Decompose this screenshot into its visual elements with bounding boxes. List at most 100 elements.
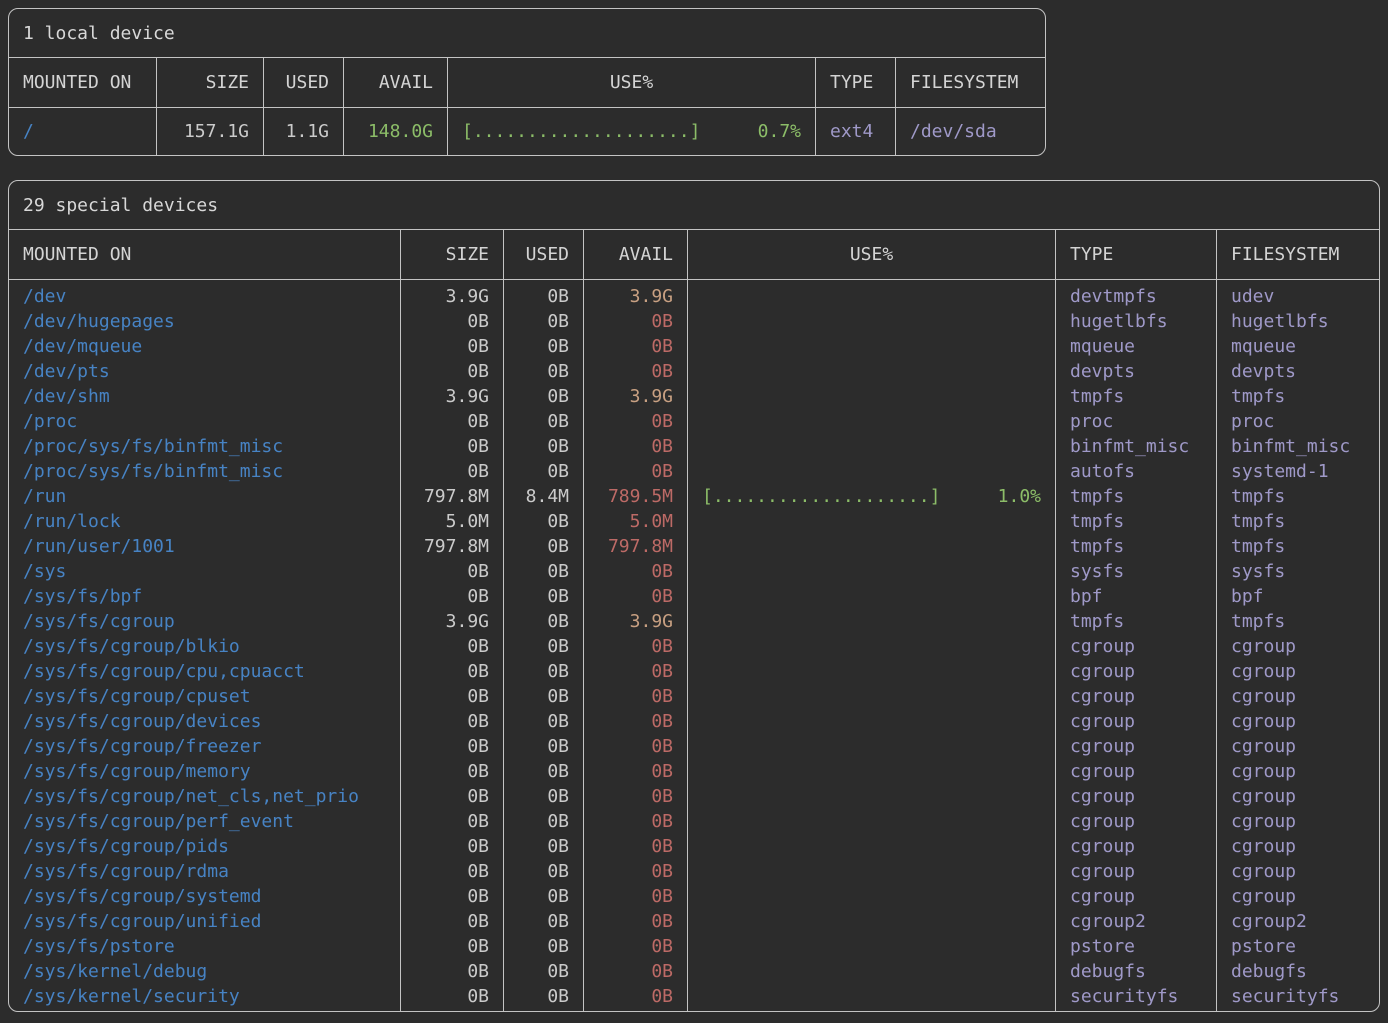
cell-type: devpts [1056, 359, 1216, 384]
cell-used: 0B [504, 284, 583, 309]
cell-filesystem: tmpfs [1217, 484, 1379, 509]
cell-size: 157.1G [157, 119, 263, 144]
special-devices-title: 29 special devices [9, 181, 1379, 230]
header-size: SIZE [401, 230, 504, 279]
cell-type: binfmt_misc [1056, 434, 1216, 459]
cell-avail: 3.9G [584, 384, 687, 409]
cell-mounted-on: /run [9, 484, 400, 509]
cell-filesystem: cgroup [1217, 634, 1379, 659]
cell-used: 0B [504, 534, 583, 559]
cell-use-percent: [....................]1.0% [688, 484, 1055, 509]
column-used: 1.1G [264, 108, 344, 155]
cell-use-percent [688, 934, 1055, 959]
cell-type: cgroup [1056, 884, 1216, 909]
cell-type: cgroup [1056, 734, 1216, 759]
cell-used: 0B [504, 759, 583, 784]
cell-used: 0B [504, 609, 583, 634]
cell-mounted-on: /sys/fs/cgroup/pids [9, 834, 400, 859]
cell-size: 0B [401, 584, 503, 609]
local-devices-header-row: MOUNTED ON SIZE USED AVAIL USE% TYPE FIL… [9, 58, 1045, 108]
cell-type: cgroup2 [1056, 909, 1216, 934]
cell-mounted-on: /sys/fs/cgroup/rdma [9, 859, 400, 884]
cell-filesystem: cgroup [1217, 784, 1379, 809]
cell-type: tmpfs [1056, 509, 1216, 534]
header-used: USED [264, 58, 344, 107]
cell-used: 0B [504, 634, 583, 659]
cell-mounted-on: /sys/fs/cgroup/cpuset [9, 684, 400, 709]
cell-filesystem: udev [1217, 284, 1379, 309]
cell-type: cgroup [1056, 659, 1216, 684]
cell-filesystem: cgroup [1217, 734, 1379, 759]
cell-type: debugfs [1056, 959, 1216, 984]
cell-use-percent [688, 509, 1055, 534]
cell-avail: 0B [584, 309, 687, 334]
usage-bar: [....................] [462, 119, 700, 144]
cell-use-percent [688, 884, 1055, 909]
cell-filesystem: cgroup [1217, 684, 1379, 709]
cell-filesystem: cgroup [1217, 834, 1379, 859]
cell-avail: 797.8M [584, 534, 687, 559]
cell-used: 0B [504, 409, 583, 434]
cell-filesystem: tmpfs [1217, 534, 1379, 559]
cell-used: 0B [504, 784, 583, 809]
cell-use-percent [688, 409, 1055, 434]
column-mounted_on: / [9, 108, 157, 155]
cell-size: 0B [401, 959, 503, 984]
cell-size: 0B [401, 934, 503, 959]
cell-used: 0B [504, 684, 583, 709]
cell-type: pstore [1056, 934, 1216, 959]
special-devices-panel: 29 special devices MOUNTED ON SIZE USED … [8, 180, 1380, 1012]
cell-avail: 0B [584, 459, 687, 484]
cell-use-percent [688, 309, 1055, 334]
cell-avail: 0B [584, 959, 687, 984]
cell-use-percent [688, 334, 1055, 359]
cell-filesystem: cgroup [1217, 659, 1379, 684]
cell-avail: 3.9G [584, 609, 687, 634]
cell-avail: 0B [584, 559, 687, 584]
cell-used: 0B [504, 659, 583, 684]
cell-filesystem: hugetlbfs [1217, 309, 1379, 334]
header-size: SIZE [157, 58, 264, 107]
cell-avail: 0B [584, 734, 687, 759]
local-devices-title: 1 local device [9, 9, 1045, 58]
cell-use-percent [688, 609, 1055, 634]
cell-use-percent [688, 434, 1055, 459]
cell-filesystem: debugfs [1217, 959, 1379, 984]
cell-type: cgroup [1056, 759, 1216, 784]
cell-type: proc [1056, 409, 1216, 434]
cell-mounted-on: /sys/kernel/debug [9, 959, 400, 984]
cell-filesystem: cgroup2 [1217, 909, 1379, 934]
cell-avail: 0B [584, 809, 687, 834]
cell-filesystem: bpf [1217, 584, 1379, 609]
cell-type: cgroup [1056, 634, 1216, 659]
cell-type: devtmpfs [1056, 284, 1216, 309]
header-mounted-on: MOUNTED ON [9, 58, 157, 107]
cell-use-percent [688, 559, 1055, 584]
cell-size: 0B [401, 884, 503, 909]
cell-mounted-on: /dev/mqueue [9, 334, 400, 359]
cell-use-percent [688, 759, 1055, 784]
cell-filesystem: cgroup [1217, 759, 1379, 784]
cell-size: 0B [401, 334, 503, 359]
cell-mounted-on: /proc [9, 409, 400, 434]
cell-use-percent [688, 534, 1055, 559]
cell-filesystem: sysfs [1217, 559, 1379, 584]
cell-use-percent [688, 984, 1055, 1009]
cell-type: tmpfs [1056, 384, 1216, 409]
cell-size: 0B [401, 634, 503, 659]
cell-type: cgroup [1056, 684, 1216, 709]
cell-used: 0B [504, 509, 583, 534]
cell-type: sysfs [1056, 559, 1216, 584]
cell-avail: 0B [584, 859, 687, 884]
cell-type: cgroup [1056, 859, 1216, 884]
cell-used: 0B [504, 334, 583, 359]
cell-avail: 789.5M [584, 484, 687, 509]
column-avail: 148.0G [344, 108, 448, 155]
cell-used: 0B [504, 984, 583, 1009]
cell-used: 0B [504, 909, 583, 934]
cell-avail: 0B [584, 634, 687, 659]
cell-avail: 0B [584, 334, 687, 359]
cell-type: tmpfs [1056, 609, 1216, 634]
cell-size: 797.8M [401, 534, 503, 559]
cell-avail: 0B [584, 934, 687, 959]
